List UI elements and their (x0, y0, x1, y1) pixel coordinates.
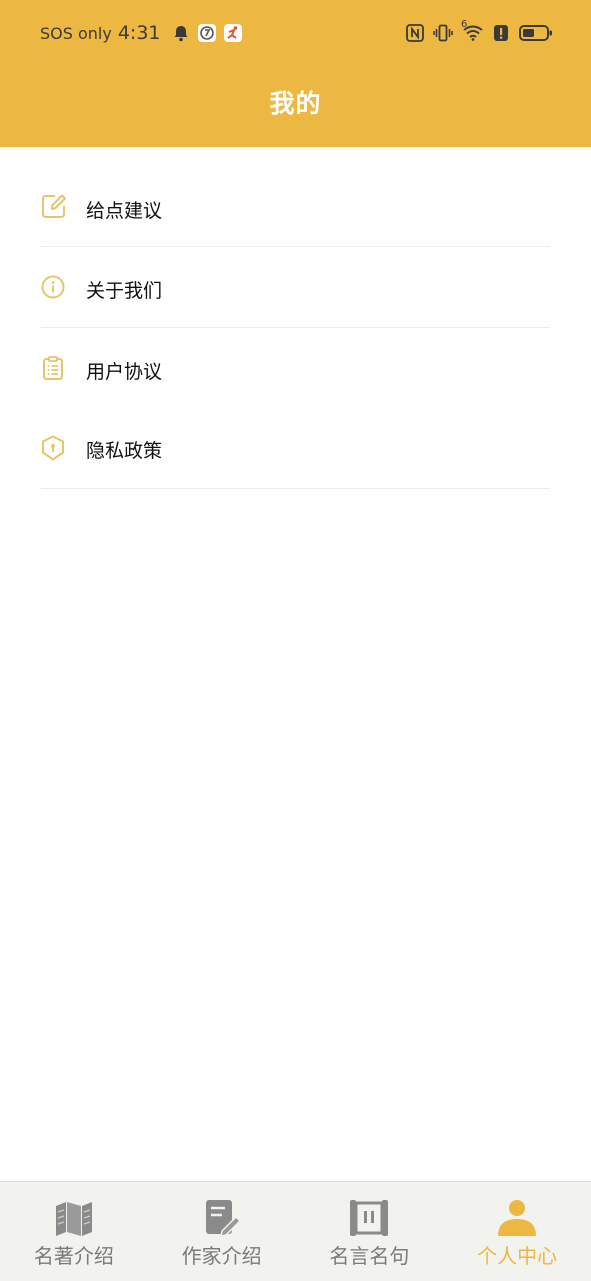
sync-app-icon (197, 24, 216, 42)
tab-personal-center[interactable]: 个人中心 (443, 1182, 591, 1281)
person-icon (498, 1200, 537, 1236)
wifi-icon (463, 25, 483, 41)
app-header: SOS only 4:31 6 我的 (0, 0, 591, 147)
scroll-icon (350, 1200, 389, 1236)
tab-quotes[interactable]: 名言名句 (296, 1182, 444, 1281)
edit-icon (42, 194, 66, 218)
status-left: SOS only 4:31 (40, 20, 243, 46)
clipboard-icon (43, 356, 63, 380)
shield-icon (42, 435, 64, 461)
vibrate-icon (433, 24, 453, 42)
tab-label-classics: 名著介绍 (33, 1244, 114, 1268)
status-time: 4:31 (117, 22, 161, 44)
status-right: 6 (405, 19, 553, 46)
tab-label-quotes: 名言名句 (329, 1244, 410, 1268)
page-title: 我的 (269, 89, 322, 118)
menu-item-privacy-policy[interactable]: 隐私政策 (41, 408, 550, 489)
bell-icon (174, 26, 188, 42)
alert-icon (494, 25, 508, 41)
carrier-text: SOS only (40, 23, 112, 43)
menu-item-about[interactable]: 关于我们 (41, 247, 550, 328)
book-icon (55, 1202, 92, 1236)
menu-label-privacy-policy: 隐私政策 (86, 440, 163, 462)
tab-writers[interactable]: 作家介绍 (148, 1182, 296, 1281)
bottom-tab-bar: 名著介绍 作家介绍 名言名句 个人中心 (0, 1181, 591, 1281)
nfc-icon (406, 24, 424, 42)
tab-label-writers: 作家介绍 (181, 1244, 262, 1268)
battery-icon (519, 25, 552, 41)
info-icon (41, 275, 65, 299)
writer-icon (205, 1200, 241, 1237)
settings-menu: 给点建议 关于我们 用户协议 隐私政策 (0, 147, 591, 489)
menu-label-about: 关于我们 (86, 280, 163, 302)
status-bar: SOS only 4:31 6 (0, 0, 591, 66)
tab-classics[interactable]: 名著介绍 (0, 1182, 148, 1281)
menu-item-feedback[interactable]: 给点建议 (41, 147, 550, 247)
wifi-indicator: 6 (461, 19, 483, 43)
tab-label-personal-center: 个人中心 (477, 1244, 558, 1268)
menu-item-user-agreement[interactable]: 用户协议 (41, 328, 550, 408)
menu-label-feedback: 给点建议 (86, 200, 163, 222)
runner-app-icon (223, 24, 242, 42)
menu-label-user-agreement: 用户协议 (86, 361, 163, 383)
